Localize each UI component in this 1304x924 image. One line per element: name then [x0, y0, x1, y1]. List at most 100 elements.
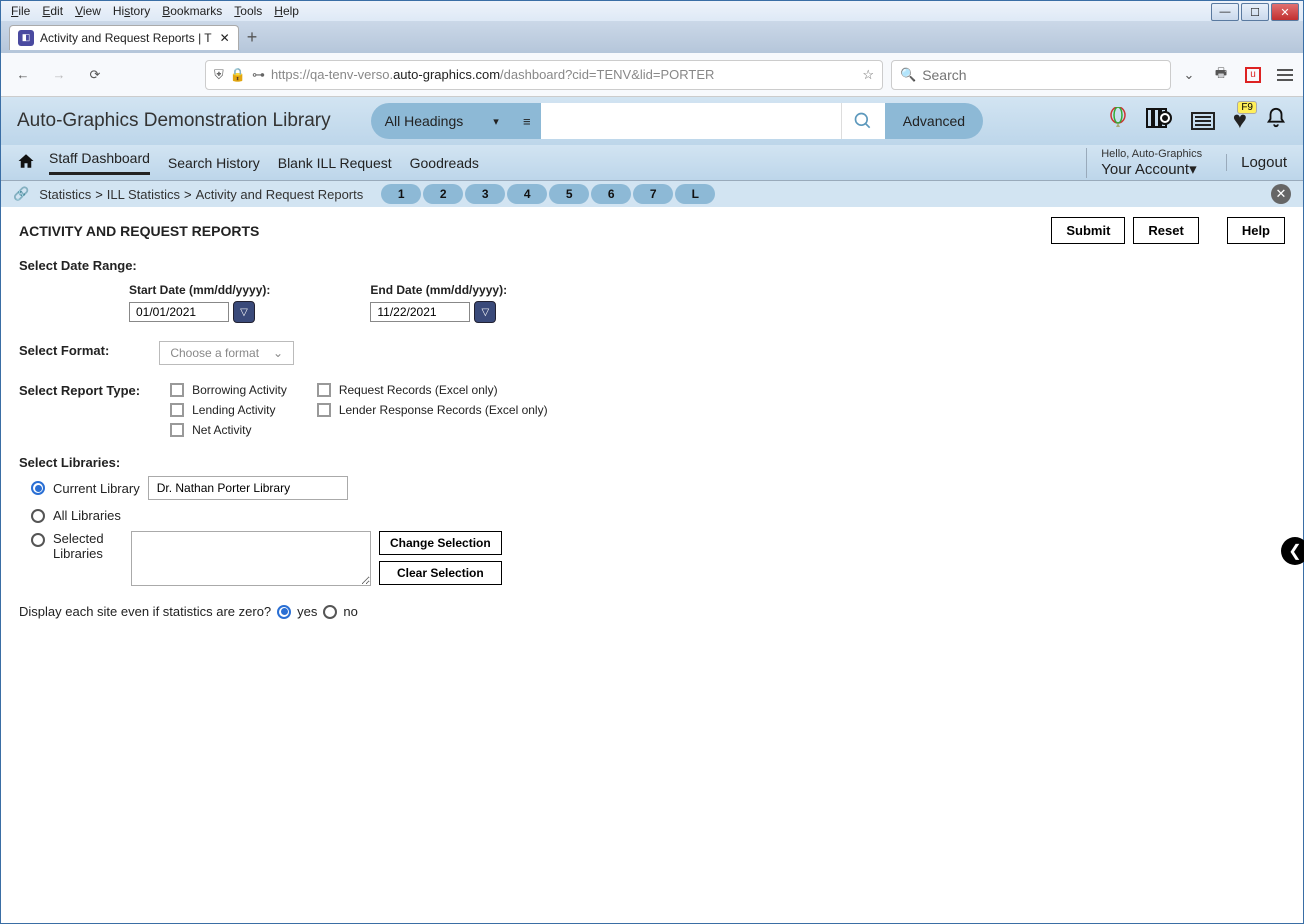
url-field[interactable]: ⛨ 🔒 ⊶ https://qa-tenv-verso.auto-graphic…	[205, 60, 883, 90]
reload-button[interactable]: ⟳	[81, 61, 109, 89]
browser-search-input[interactable]	[922, 67, 1162, 83]
start-date-picker-button[interactable]: ▽	[233, 301, 255, 323]
page-pill-2[interactable]: 2	[423, 184, 463, 204]
radio-zero-no[interactable]	[323, 605, 337, 619]
tab-close-icon[interactable]: ✕	[220, 31, 230, 45]
reset-button[interactable]: Reset	[1133, 217, 1198, 244]
back-button[interactable]: ←	[9, 61, 37, 89]
book-search-icon[interactable]	[1145, 106, 1173, 136]
page-pill-6[interactable]: 6	[591, 184, 631, 204]
page-title: ACTIVITY AND REQUEST REPORTS	[19, 223, 259, 239]
format-select[interactable]: Choose a format ⌄	[159, 341, 294, 365]
page-pill-5[interactable]: 5	[549, 184, 589, 204]
page-pill-1[interactable]: 1	[381, 184, 421, 204]
app-header: Auto-Graphics Demonstration Library All …	[1, 97, 1303, 145]
side-panel-toggle[interactable]: ❮	[1281, 537, 1304, 565]
database-icon[interactable]: ≡	[513, 114, 541, 129]
nav-staff-dashboard[interactable]: Staff Dashboard	[49, 150, 150, 175]
change-selection-button[interactable]: Change Selection	[379, 531, 502, 555]
window-minimize-button[interactable]: —	[1211, 3, 1239, 21]
breadcrumb-statistics[interactable]: Statistics	[39, 187, 91, 202]
browser-tab-active[interactable]: ◧ Activity and Request Reports | T ✕	[9, 25, 239, 50]
close-breadcrumb-icon[interactable]: ✕	[1271, 184, 1291, 204]
catalog-search-input[interactable]	[541, 103, 841, 139]
zero-yes-label: yes	[297, 604, 317, 619]
page-pill-last[interactable]: L	[675, 184, 715, 204]
url-text: https://qa-tenv-verso.auto-graphics.com/…	[271, 67, 862, 82]
format-label: Select Format:	[19, 343, 109, 358]
radio-all-libraries[interactable]	[31, 509, 45, 523]
radio-zero-yes[interactable]	[277, 605, 291, 619]
help-button[interactable]: Help	[1227, 217, 1285, 244]
checkbox-request-records-label: Request Records (Excel only)	[339, 383, 498, 397]
nav-search-history[interactable]: Search History	[168, 155, 260, 171]
checkbox-net[interactable]	[170, 423, 184, 437]
checkbox-net-label: Net Activity	[192, 423, 251, 437]
breadcrumb-ill-statistics[interactable]: ILL Statistics	[107, 187, 180, 202]
balloon-icon[interactable]	[1109, 107, 1127, 136]
chain-icon: 🔗	[13, 186, 29, 202]
newspaper-icon[interactable]	[1191, 112, 1215, 130]
forward-button[interactable]: →	[45, 61, 73, 89]
notifications-icon[interactable]	[1265, 107, 1287, 135]
clear-selection-button[interactable]: Clear Selection	[379, 561, 502, 585]
menu-file[interactable]: FFileile	[11, 4, 30, 18]
your-account-menu[interactable]: Your Account▾	[1101, 160, 1202, 178]
checkbox-lending[interactable]	[170, 403, 184, 417]
window-close-button[interactable]: ✕	[1271, 3, 1299, 21]
print-icon[interactable]: 🖶	[1211, 65, 1231, 85]
breadcrumb-activity-reports[interactable]: Activity and Request Reports	[196, 187, 364, 202]
checkbox-lending-label: Lending Activity	[192, 403, 275, 417]
start-date-input[interactable]	[129, 302, 229, 322]
submit-button[interactable]: Submit	[1051, 217, 1125, 244]
page-content: ACTIVITY AND REQUEST REPORTS Submit Rese…	[1, 207, 1303, 629]
zero-no-label: no	[343, 604, 357, 619]
end-date-input[interactable]	[370, 302, 470, 322]
favorites-icon[interactable]: ♥F9	[1233, 107, 1247, 135]
logout-link[interactable]: Logout	[1226, 154, 1287, 171]
menu-tools[interactable]: Tools	[234, 4, 262, 18]
end-date-picker-button[interactable]: ▽	[474, 301, 496, 323]
selected-libraries-textarea[interactable]	[131, 531, 371, 586]
page-pill-4[interactable]: 4	[507, 184, 547, 204]
app-menu-button[interactable]	[1275, 65, 1295, 85]
mcafee-icon[interactable]: u	[1243, 65, 1263, 85]
menu-bookmarks[interactable]: Bookmarks	[162, 4, 222, 18]
window-maximize-button[interactable]: ☐	[1241, 3, 1269, 21]
menu-view[interactable]: View	[75, 4, 101, 18]
menu-history[interactable]: History	[113, 4, 150, 18]
key-icon[interactable]: ⊶	[252, 67, 265, 83]
menu-help[interactable]: Help	[274, 4, 299, 18]
nav-goodreads[interactable]: Goodreads	[410, 155, 479, 171]
search-icon: 🔍	[900, 67, 916, 83]
checkbox-borrowing-label: Borrowing Activity	[192, 383, 287, 397]
home-icon[interactable]	[17, 152, 35, 173]
lock-icon[interactable]: 🔒	[230, 67, 246, 83]
radio-selected-libraries[interactable]	[31, 533, 45, 547]
shield-icon[interactable]: ⛨	[214, 67, 224, 83]
chevron-down-icon: ⌄	[273, 346, 283, 360]
browser-toolbar: ← → ⟳ ⛨ 🔒 ⊶ https://qa-tenv-verso.auto-g…	[1, 53, 1303, 97]
browser-tab-strip: ◧ Activity and Request Reports | T ✕ +	[1, 21, 1303, 53]
chevron-down-icon: ▾	[1189, 161, 1197, 178]
checkbox-lender-response[interactable]	[317, 403, 331, 417]
catalog-search-button[interactable]	[841, 103, 885, 139]
radio-current-library[interactable]	[31, 481, 45, 495]
menu-edit[interactable]: Edit	[42, 4, 63, 18]
tab-favicon: ◧	[18, 30, 34, 46]
bookmark-star-icon[interactable]: ☆	[862, 67, 874, 83]
checkbox-request-records[interactable]	[317, 383, 331, 397]
checkbox-borrowing[interactable]	[170, 383, 184, 397]
browser-search-field[interactable]: 🔍	[891, 60, 1171, 90]
search-scope-select[interactable]: All Headings ▾	[371, 103, 513, 139]
page-pill-7[interactable]: 7	[633, 184, 673, 204]
pocket-icon[interactable]: ⌄	[1179, 65, 1199, 85]
new-tab-button[interactable]: +	[247, 27, 258, 48]
chevron-down-icon: ▾	[493, 115, 499, 128]
advanced-search-link[interactable]: Advanced	[885, 103, 983, 139]
nav-blank-ill[interactable]: Blank ILL Request	[278, 155, 392, 171]
search-scope-label: All Headings	[385, 113, 464, 129]
date-range-label: Select Date Range:	[19, 258, 1285, 273]
current-library-input[interactable]	[148, 476, 348, 500]
page-pill-3[interactable]: 3	[465, 184, 505, 204]
